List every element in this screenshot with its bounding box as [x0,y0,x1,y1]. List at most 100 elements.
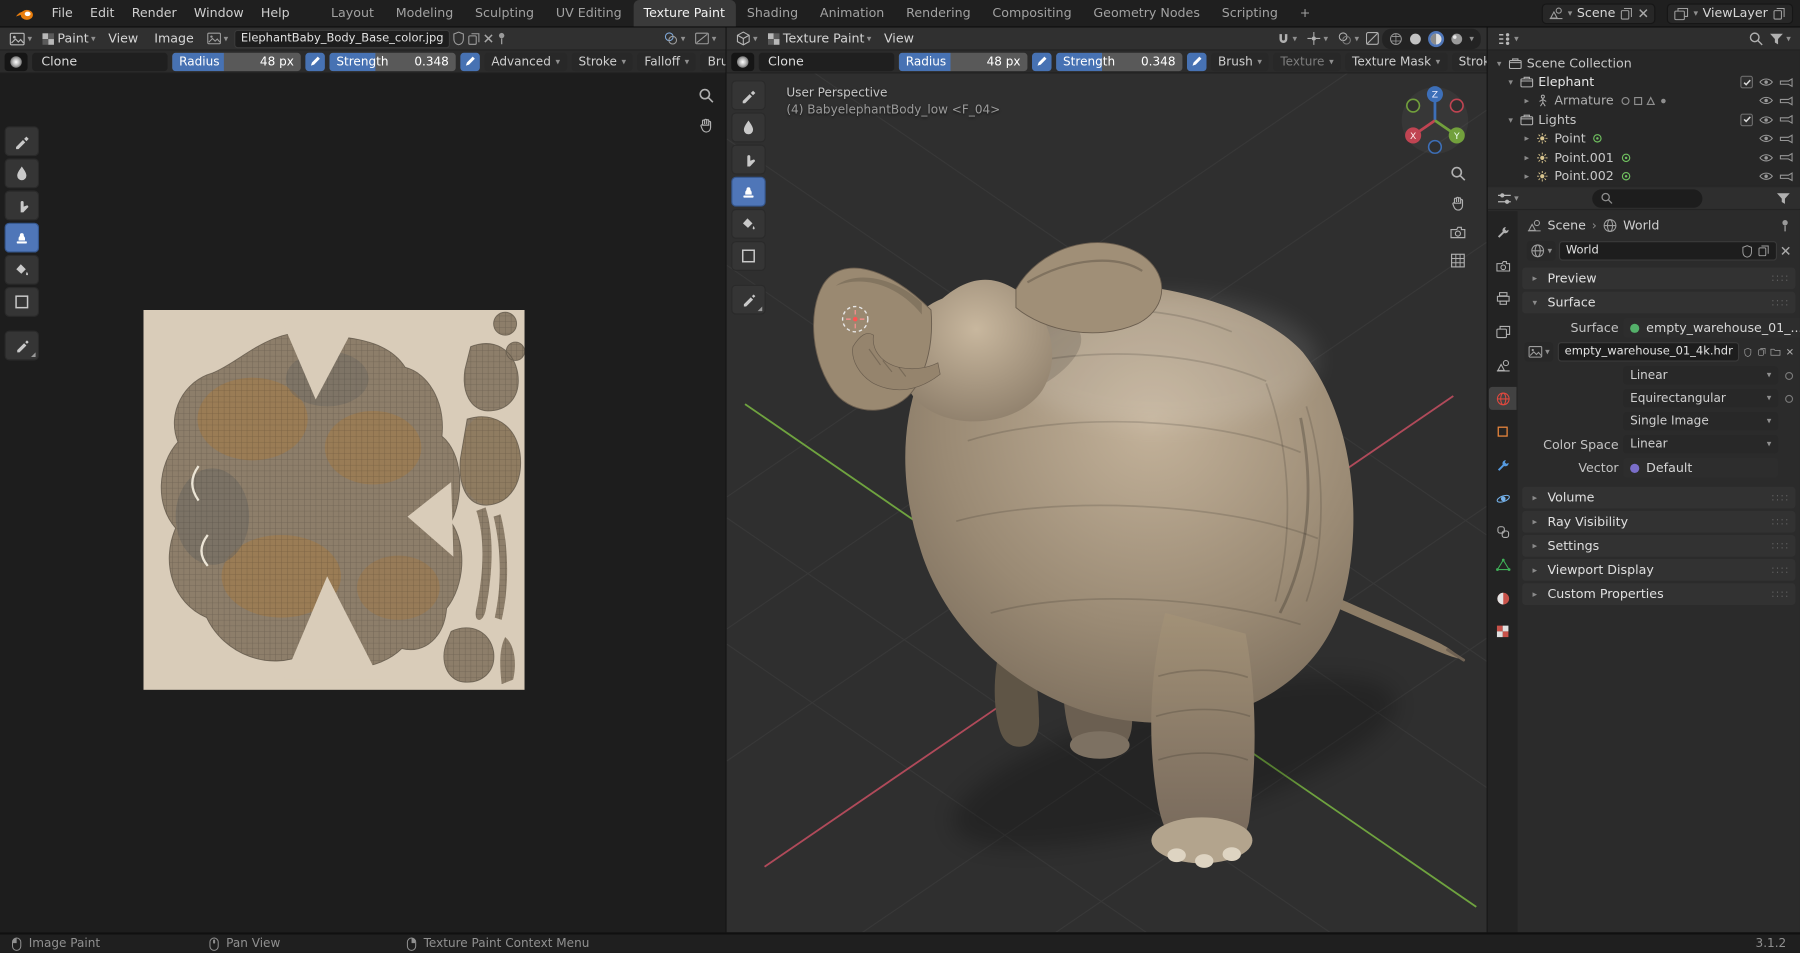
shading-solid-icon[interactable] [1409,32,1423,46]
eye-icon[interactable] [1759,77,1774,87]
workspace-tab-layout[interactable]: Layout [321,0,385,26]
tab-material[interactable] [1489,587,1517,610]
xray-toggle-icon[interactable] [1365,31,1380,46]
copy-icon[interactable] [468,32,482,46]
draw-tool-button[interactable] [731,80,766,111]
workspace-tab-sculpting[interactable]: Sculpting [465,0,545,26]
copy-icon[interactable] [1772,6,1786,20]
panel-viewport-display[interactable]: ▸ Viewport Display:::: [1522,559,1796,581]
mask-tool-button[interactable] [731,241,766,271]
render-visibility-icon[interactable] [1779,95,1793,106]
panel-volume[interactable]: ▸ Volume:::: [1522,486,1796,509]
menu-edit[interactable]: Edit [82,0,123,26]
shading-dropdown[interactable] [1469,34,1474,43]
render-visibility-icon[interactable] [1779,133,1793,144]
workspace-tab-animation[interactable]: Animation [810,0,895,26]
image-browse-button[interactable] [1524,342,1554,362]
gizmos-dropdown[interactable] [1303,29,1332,47]
pan-hand-icon[interactable] [698,117,714,133]
eye-icon[interactable] [1759,133,1774,143]
navigation-gizmo[interactable]: Z X Y [1399,83,1470,154]
tab-output[interactable] [1489,287,1517,310]
tab-modifiers[interactable] [1489,453,1517,476]
tab-object-data[interactable] [1489,553,1517,576]
draw-tool-button[interactable] [4,126,40,157]
editor-type-button[interactable] [1493,189,1522,207]
copy-icon[interactable] [1757,346,1766,359]
strength-pressure-toggle[interactable] [460,52,480,71]
pin-icon[interactable] [496,31,507,46]
outliner-row-point-001[interactable]: ▸ Point.001 [1488,148,1800,167]
brush-preview-button[interactable] [731,52,755,71]
source-select[interactable]: Single Image [1623,412,1779,431]
falloff-popover[interactable]: Falloff [637,52,697,71]
clone-tool-button[interactable] [731,176,766,207]
strength-slider[interactable]: Strength 0.348 [329,52,456,71]
texture-mask-popover[interactable]: Texture Mask [1345,52,1448,71]
eye-icon[interactable] [1759,152,1774,162]
panel-preview[interactable]: ▸ Preview:::: [1522,267,1796,290]
mode-dropdown[interactable]: Texture Paint [763,29,874,47]
scene-selector[interactable]: Scene [1541,2,1656,24]
image-editor-canvas[interactable] [0,73,726,933]
unlink-icon[interactable] [1780,246,1790,256]
environment-image-field[interactable]: empty_warehouse_01_4k.hdr [1557,342,1740,362]
brush-tip-popover[interactable]: Brush Tip [700,52,726,71]
pin-icon[interactable] [1779,218,1790,233]
brush-name-button[interactable]: Clone [32,52,168,71]
panel-ray-visibility[interactable]: ▸ Ray Visibility:::: [1522,510,1796,533]
radius-slider[interactable]: Radius 48 px [172,52,301,71]
strength-slider[interactable]: Strength 0.348 [1056,52,1183,71]
viewport-canvas[interactable]: User Perspective (4) BabyelephantBody_lo… [726,73,1487,933]
outliner-row-armature[interactable]: ▸ Armature [1488,92,1800,111]
workspace-tab-modeling[interactable]: Modeling [385,0,463,26]
collection-checkbox[interactable] [1740,75,1753,89]
outliner-row-point-002[interactable]: ▸ Point.002 [1488,167,1800,186]
zoom-icon[interactable] [1450,165,1466,181]
brush-preview-button[interactable] [4,52,28,71]
gizmo-z-label[interactable]: Z [1432,90,1438,101]
tab-tool[interactable] [1489,220,1517,243]
brush-name-button[interactable]: Clone [758,52,895,71]
render-visibility-icon[interactable] [1779,76,1793,87]
shading-material-active[interactable] [1428,30,1445,47]
tab-physics[interactable] [1489,487,1517,510]
advanced-popover[interactable]: Advanced [484,52,567,71]
unlink-icon[interactable] [1786,347,1793,357]
overlays-dropdown[interactable] [1334,29,1363,47]
radius-slider[interactable]: Radius 48 px [898,52,1028,71]
eye-icon[interactable] [1759,96,1774,106]
world-name-field[interactable]: World [1558,241,1778,261]
stroke-popover[interactable]: Stroke [571,52,633,71]
menu-window[interactable]: Window [186,0,252,26]
tab-world[interactable] [1488,386,1517,410]
menu-file[interactable]: File [44,0,81,26]
elephant-model[interactable] [727,73,1487,932]
workspace-tab-compositing[interactable]: Compositing [982,0,1082,26]
workspace-tab-texture-paint[interactable]: Texture Paint [633,0,736,27]
camera-view-icon[interactable] [1450,225,1466,239]
filter-dropdown[interactable] [1766,29,1795,47]
search-icon[interactable] [1748,31,1763,46]
soften-tool-button[interactable] [731,112,766,143]
radius-pressure-toggle[interactable] [305,52,325,71]
interpolation-select[interactable]: Linear [1623,366,1779,385]
menu-view[interactable]: View [877,31,921,46]
view-layer-selector[interactable]: ViewLayer [1667,2,1794,24]
panel-custom-properties[interactable]: ▸ Custom Properties:::: [1522,583,1796,605]
tab-object[interactable] [1489,420,1517,443]
vector-input-button[interactable]: Default [1623,458,1779,478]
color-space-select[interactable]: Linear [1623,435,1779,454]
panel-surface[interactable]: ▾ Surface:::: [1522,291,1796,314]
strength-pressure-toggle[interactable] [1186,52,1207,71]
shading-wireframe-icon[interactable] [1389,32,1403,46]
close-icon[interactable] [1638,8,1648,18]
image-name-field[interactable]: ElephantBaby_Body_Base_color.jpg [234,29,451,48]
tab-render[interactable] [1489,254,1517,277]
soften-tool-button[interactable] [4,158,40,189]
eye-icon[interactable] [1759,171,1774,181]
menu-render[interactable]: Render [124,0,185,26]
fake-user-icon[interactable] [1741,244,1752,258]
zoom-icon[interactable] [698,87,714,103]
image-browse-button[interactable] [203,29,232,47]
